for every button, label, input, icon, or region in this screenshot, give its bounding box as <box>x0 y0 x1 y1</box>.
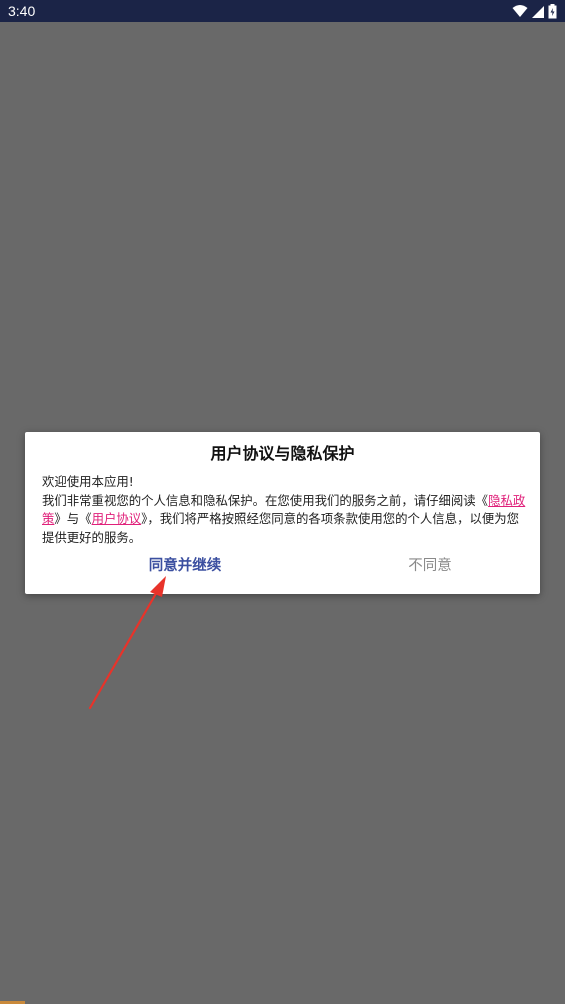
body-prefix: 我们非常重视您的个人信息和隐私保护。在您使用我们的服务之前，请仔细阅读《 <box>42 492 489 508</box>
greeting-text: 欢迎使用本应用! <box>42 474 134 489</box>
privacy-agreement-dialog: 用户协议与隐私保护 欢迎使用本应用! 我们非常重视您的个人信息和隐私保护。在您使… <box>25 432 540 594</box>
dialog-title: 用户协议与隐私保护 <box>210 444 355 463</box>
user-agreement-link[interactable]: 用户协议 <box>92 511 142 526</box>
battery-icon <box>548 3 557 18</box>
dialog-message: 欢迎使用本应用! 我们非常重视您的个人信息和隐私保护。在您使用我们的服务之前，请… <box>42 473 528 547</box>
disagree-button[interactable]: 不同意 <box>365 554 495 578</box>
status-bar: 3:40 <box>0 0 565 22</box>
agreement-text: 我们非常重视您的个人信息和隐私保护。在您使用我们的服务之前，请仔细阅读《隐私政策… <box>42 492 528 548</box>
status-time: 3:40 <box>8 3 36 19</box>
status-icons <box>512 3 557 19</box>
agree-continue-button[interactable]: 同意并继续 <box>115 554 255 578</box>
body-middle: 》与《 <box>54 511 92 526</box>
wifi-icon <box>512 5 528 17</box>
cell-signal-icon <box>532 5 544 18</box>
